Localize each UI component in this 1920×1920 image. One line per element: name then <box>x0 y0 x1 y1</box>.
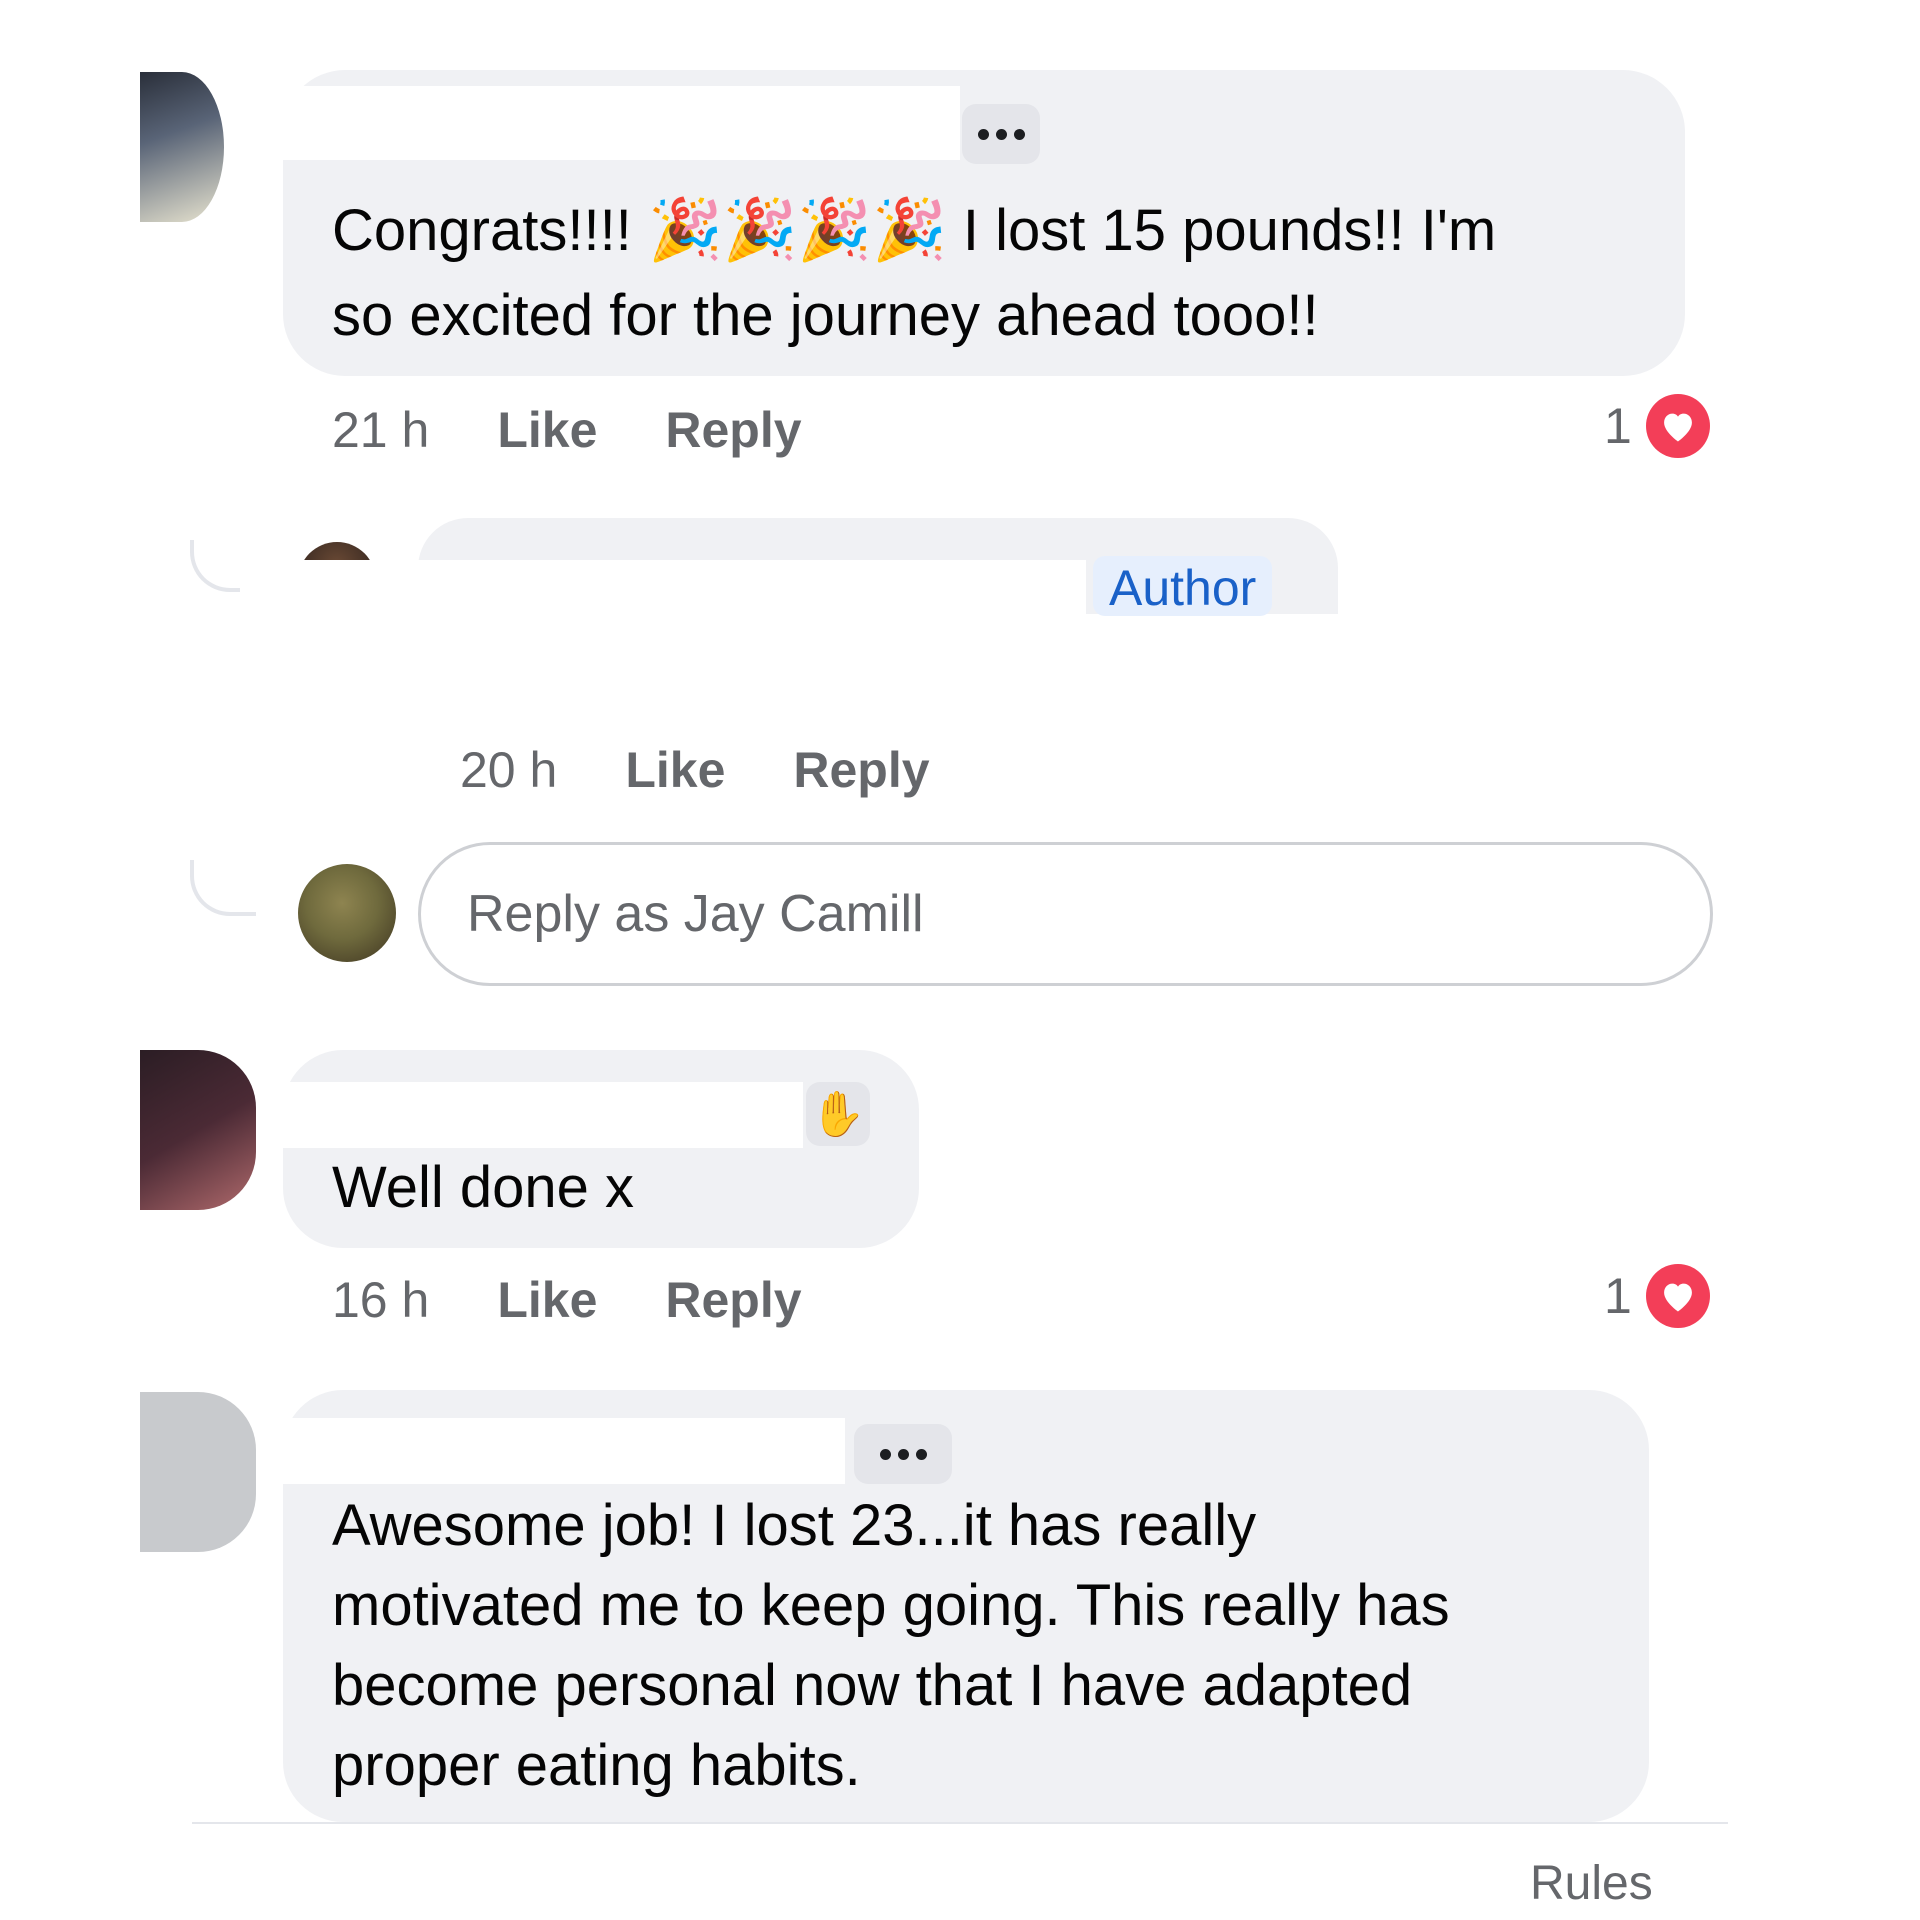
redacted-name <box>283 1418 845 1484</box>
reaction-summary[interactable]: 1 <box>1604 1264 1710 1328</box>
like-button[interactable]: Like <box>497 401 597 459</box>
waving-hand-glyph: ✋ <box>810 1090 866 1139</box>
reaction-count: 1 <box>1604 398 1632 454</box>
comment-text: Well done x <box>332 1155 634 1220</box>
comment-text-line: motivated me to keep going. This really … <box>332 1573 1450 1638</box>
thread-connector <box>190 540 242 592</box>
like-button[interactable]: Like <box>497 1271 597 1329</box>
reply-button[interactable]: Reply <box>665 1271 801 1329</box>
current-user-avatar <box>298 864 396 962</box>
redacted-reply <box>240 560 1086 710</box>
reply-timestamp: 20 h <box>460 742 558 798</box>
reply-button[interactable]: Reply <box>793 741 929 799</box>
author-badge: Author <box>1093 556 1273 616</box>
comment-actions: 21 h Like Reply <box>332 400 870 460</box>
comment-text-line: so excited for the journey ahead tooo!! <box>332 283 1319 348</box>
more-options-button[interactable] <box>854 1424 952 1484</box>
thread-connector <box>190 860 256 916</box>
reply-input-placeholder: Reply as Jay Camill <box>467 885 924 943</box>
redacted-name <box>283 86 960 160</box>
comment-text: Congrats!!!! 🎉🎉🎉🎉 I lost 15 pounds!! I'm <box>332 188 1496 273</box>
comment-timestamp: 21 h <box>332 402 430 458</box>
party-popper-icon: 🎉🎉🎉🎉 <box>647 196 947 263</box>
footer-divider <box>192 1822 1728 1824</box>
comment-timestamp: 16 h <box>332 1272 430 1328</box>
commenter-avatar[interactable] <box>140 1392 256 1552</box>
comment-text-end: I lost 15 pounds!! I'm <box>962 198 1497 263</box>
comment-text-line: Awesome job! I lost 23...it has really <box>332 1493 1257 1558</box>
ellipsis-icon <box>879 1448 927 1460</box>
reply-input[interactable]: Reply as Jay Camill <box>418 842 1713 986</box>
commenter-avatar[interactable] <box>140 1050 256 1210</box>
rules-link[interactable]: Rules <box>1530 1856 1653 1911</box>
comment-actions: 16 h Like Reply <box>332 1270 870 1330</box>
ellipsis-icon <box>977 128 1025 140</box>
reply-button[interactable]: Reply <box>665 401 801 459</box>
more-options-button[interactable] <box>962 104 1040 164</box>
reply-actions: 20 h Like Reply <box>460 740 998 800</box>
heart-icon <box>1645 394 1710 458</box>
heart-icon <box>1645 1264 1710 1328</box>
comment-text-line: proper eating habits. <box>332 1733 861 1798</box>
reaction-count: 1 <box>1604 1268 1632 1324</box>
commenter-avatar[interactable] <box>140 72 224 222</box>
comment-text-line: become personal now that I have adapted <box>332 1653 1413 1718</box>
comment-text-start: Congrats!!!! <box>332 198 632 263</box>
like-button[interactable]: Like <box>625 741 725 799</box>
waving-hand-icon: ✋ <box>806 1082 870 1146</box>
reaction-summary[interactable]: 1 <box>1604 394 1710 458</box>
redacted-name <box>283 1082 803 1148</box>
comments-thread: Congrats!!!! 🎉🎉🎉🎉 I lost 15 pounds!! I'm… <box>0 0 1920 1920</box>
